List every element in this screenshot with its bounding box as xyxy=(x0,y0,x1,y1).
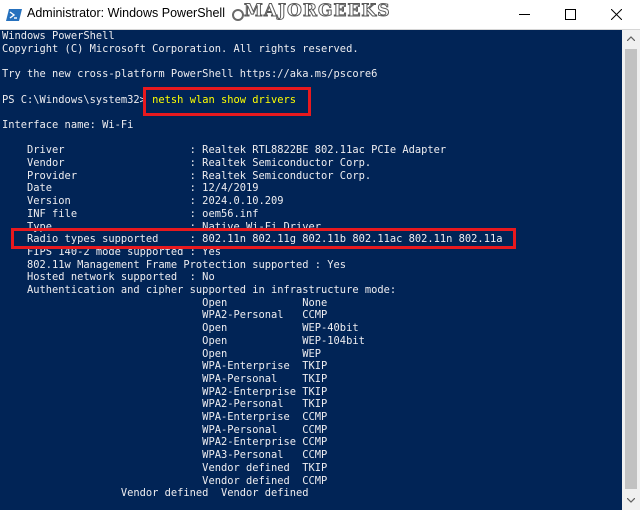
auth-pair-line: Vendor defined Vendor defined xyxy=(2,487,309,500)
auth-pair-line: WPA2-Enterprise CCMP xyxy=(2,436,328,449)
inf-file-line: INF file : oem56.inf xyxy=(2,207,259,220)
auth-pair-line: WPA-Enterprise TKIP xyxy=(2,360,328,373)
maximize-button[interactable] xyxy=(548,0,594,29)
auth-pair-line: Vendor defined TKIP xyxy=(2,461,328,474)
auth-pair-line: WPA-Personal CCMP xyxy=(2,423,328,436)
auth-cipher-heading: Authentication and cipher supported in i… xyxy=(2,284,397,296)
radio-types-highlight-box xyxy=(11,228,516,249)
mfp-line: 802.11w Management Frame Protection supp… xyxy=(2,258,347,271)
auth-pair-line: Open WEP-40bit xyxy=(2,322,359,335)
minimize-button[interactable] xyxy=(502,0,548,29)
auth-pair-line: WPA2-Personal CCMP xyxy=(2,309,328,322)
auth-pair-line: Open WEP xyxy=(2,347,322,360)
scrollbar-thumb[interactable] xyxy=(625,49,637,489)
vertical-scrollbar[interactable] xyxy=(622,30,640,510)
close-button[interactable] xyxy=(594,0,640,29)
auth-pair-line: Open None xyxy=(2,296,328,309)
auth-pair-line: WPA-Personal TKIP xyxy=(2,372,328,385)
majorgeeks-logo-icon xyxy=(232,9,244,21)
vendor-line: Vendor : Realtek Semiconductor Corp. xyxy=(2,157,372,169)
maximize-icon xyxy=(565,9,576,20)
prompt-text: PS C:\Windows\system32> xyxy=(2,93,146,106)
auth-pair-line: Open WEP-104bit xyxy=(2,334,365,347)
command-highlight-box xyxy=(143,87,311,116)
date-line: Date : 12/4/2019 xyxy=(2,182,259,195)
console-header-line: Windows PowerShell xyxy=(2,30,115,42)
scroll-up-button[interactable] xyxy=(622,30,640,48)
powershell-icon xyxy=(6,9,22,21)
version-line: Version : 2024.0.10.209 xyxy=(2,195,284,208)
pscore-tip-line: Try the new cross-platform PowerShell ht… xyxy=(2,68,378,81)
auth-pair-line: WPA2-Enterprise TKIP xyxy=(2,385,328,398)
chevron-down-icon xyxy=(627,498,635,503)
auth-pair-line: WPA3-Personal CCMP xyxy=(2,449,328,462)
interface-line: Interface name: Wi-Fi xyxy=(2,118,134,131)
console-output[interactable]: Windows PowerShell Copyright (C) Microso… xyxy=(0,30,622,510)
driver-line: Driver : Realtek RTL8822BE 802.11ac PCIe… xyxy=(2,144,447,157)
minimize-icon xyxy=(519,14,530,15)
close-icon xyxy=(611,9,622,20)
scroll-down-button[interactable] xyxy=(622,492,640,510)
window-title: Administrator: Windows PowerShell xyxy=(27,6,225,20)
auth-pair-line: WPA-Enterprise CCMP xyxy=(2,411,328,423)
auth-pair-line: WPA2-Personal TKIP xyxy=(2,398,328,411)
title-bar[interactable]: Administrator: Windows PowerShell MAJORG… xyxy=(0,0,640,30)
watermark: MAJORGEEKS xyxy=(243,1,391,22)
powershell-window: Administrator: Windows PowerShell MAJORG… xyxy=(0,0,640,510)
auth-pair-line: Vendor defined CCMP xyxy=(2,474,328,487)
console-copyright-line: Copyright (C) Microsoft Corporation. All… xyxy=(2,42,359,55)
chevron-up-icon xyxy=(627,36,635,41)
provider-line: Provider : Realtek Semiconductor Corp. xyxy=(2,169,372,182)
hosted-network-line: Hosted network supported : No xyxy=(2,271,215,284)
